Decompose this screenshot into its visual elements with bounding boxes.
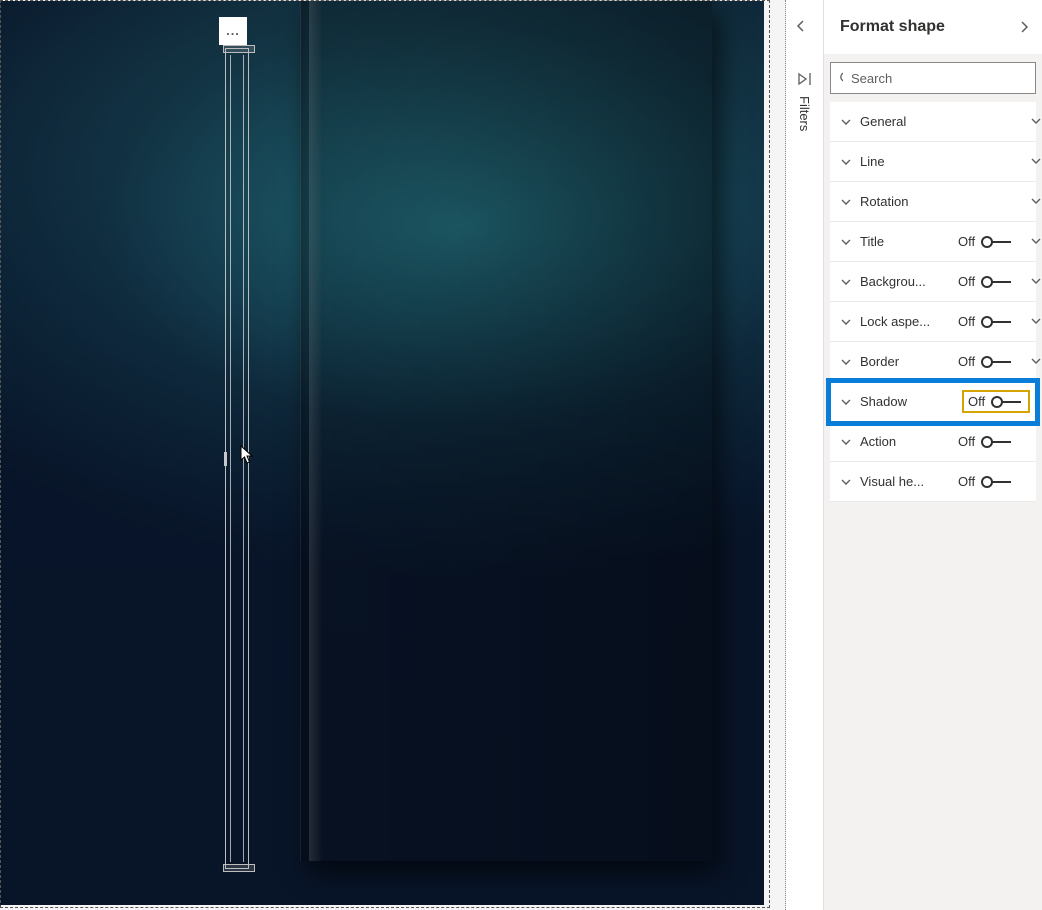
property-label: Border [860,354,950,369]
property-row-shadow[interactable]: Shadow Off [830,382,1036,422]
property-label: Backgrou... [860,274,950,289]
panel-back-button[interactable] [794,19,808,36]
toggle-switch[interactable] [981,276,1011,288]
expand-chevron[interactable] [840,436,852,448]
property-toggle[interactable]: Off [958,354,1026,369]
collapse-right-icon [797,72,813,86]
property-label: Visual he... [860,474,950,489]
chevron-down-icon [840,236,852,248]
canvas-overlay-panel [300,1,712,861]
toggle-state-label: Off [958,354,975,369]
property-toggle[interactable]: Off [958,314,1026,329]
property-label: Action [860,434,950,449]
property-row-border[interactable]: Border Off [830,342,1036,382]
chevron-down-icon [840,276,852,288]
property-label: Lock aspe... [860,314,950,329]
filters-rail-label[interactable]: Filters [797,96,812,131]
panel-title: Format shape [840,18,945,36]
toggle-state-label: Off [958,274,975,289]
property-label: Shadow [860,394,954,409]
chevron-down-icon [1030,355,1042,367]
property-label: Rotation [860,194,1026,209]
chevron-down-icon [840,436,852,448]
panel-overflow-column [1030,101,1042,381]
chevron-down-icon [1030,235,1042,247]
expand-chevron[interactable] [840,196,852,208]
selected-shape-inner [230,55,244,862]
property-row-action[interactable]: Action Off [830,422,1036,462]
filters-collapse-button[interactable] [797,72,813,89]
toggle-switch[interactable] [981,316,1011,328]
resize-handle-left[interactable] [224,452,227,466]
property-row-rotation[interactable]: Rotation [830,182,1036,222]
property-row-backgrou[interactable]: Backgrou... Off [830,262,1036,302]
filters-rail: Filters [786,0,824,910]
search-input[interactable] [851,71,1027,86]
overflow-expand-chevron[interactable] [1030,341,1042,381]
property-toggle[interactable]: Off [958,234,1026,249]
property-toggle[interactable]: Off [958,474,1026,489]
property-row-line[interactable]: Line [830,142,1036,182]
chevron-down-icon [1030,195,1042,207]
property-toggle[interactable]: Off [958,434,1026,449]
chevron-down-icon [840,316,852,328]
chevron-down-icon [1030,115,1042,127]
expand-chevron[interactable] [840,276,852,288]
overflow-expand-chevron[interactable] [1030,301,1042,341]
chevron-down-icon [840,476,852,488]
expand-chevron[interactable] [840,356,852,368]
properties-list: General Line Rotation Title Off Backgrou... Of… [824,102,1042,502]
selected-shape[interactable] [225,48,249,869]
search-box[interactable] [830,62,1036,94]
property-row-title[interactable]: Title Off [830,222,1036,262]
chevron-down-icon [1030,155,1042,167]
search-icon [839,71,843,85]
property-row-general[interactable]: General [830,102,1036,142]
overflow-expand-chevron[interactable] [1030,261,1042,301]
expand-chevron[interactable] [840,476,852,488]
overflow-expand-chevron[interactable] [1030,181,1042,221]
property-row-visual-he[interactable]: Visual he... Off [830,462,1036,502]
toggle-switch[interactable] [991,396,1021,408]
overflow-expand-chevron[interactable] [1030,141,1042,181]
chevron-down-icon [840,116,852,128]
overflow-expand-chevron[interactable] [1030,221,1042,261]
expand-chevron[interactable] [840,396,852,408]
chevron-down-icon [840,196,852,208]
expand-chevron[interactable] [840,156,852,168]
toggle-state-label: Off [968,394,985,409]
toggle-switch[interactable] [981,236,1011,248]
chevron-left-icon [794,19,808,33]
expand-chevron[interactable] [840,236,852,248]
property-label: General [860,114,1026,129]
chevron-down-icon [840,396,852,408]
panel-forward-button[interactable] [1012,15,1036,39]
toggle-switch[interactable] [981,476,1011,488]
property-toggle[interactable]: Off [958,274,1026,289]
property-label: Title [860,234,950,249]
chevron-right-icon [1017,20,1031,34]
chevron-down-icon [1030,315,1042,327]
toggle-switch[interactable] [981,356,1011,368]
toggle-state-label: Off [958,434,975,449]
property-row-lock-aspe[interactable]: Lock aspe... Off [830,302,1036,342]
property-toggle[interactable]: Off [962,390,1030,413]
toggle-state-label: Off [958,474,975,489]
chevron-down-icon [1030,275,1042,287]
property-label: Line [860,154,1026,169]
overflow-expand-chevron[interactable] [1030,101,1042,141]
expand-chevron[interactable] [840,316,852,328]
toggle-state-label: Off [958,234,975,249]
chevron-down-icon [840,356,852,368]
report-canvas[interactable]: ... [0,0,786,910]
toggle-state-label: Off [958,314,975,329]
expand-chevron[interactable] [840,116,852,128]
toggle-switch[interactable] [981,436,1011,448]
chevron-down-icon [840,156,852,168]
visual-more-options-button[interactable]: ... [219,17,247,45]
panel-header: Format shape [824,0,1042,54]
format-shape-panel: Format shape General Line Rotation Title Off… [824,0,1042,910]
